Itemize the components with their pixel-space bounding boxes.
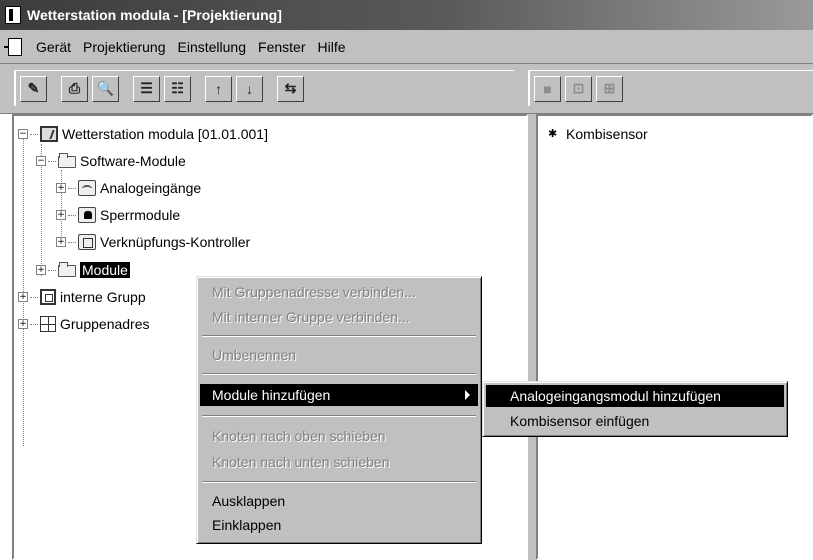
tree-connector xyxy=(68,187,76,189)
edit-icon: ✎ xyxy=(27,80,40,96)
tree-item-root[interactable]: − Wetterstation modula [01.01.001] xyxy=(18,124,268,144)
list-icon: ☰ xyxy=(140,80,153,96)
tree-item-label: Analogeingänge xyxy=(100,180,202,196)
splitter[interactable] xyxy=(528,114,536,560)
print-preview-icon: 🔍 xyxy=(96,80,115,96)
lock-icon: ■ xyxy=(543,80,552,97)
toolbar-group-main: ✎ ⎙ 🔍 ☰ ☷ ↑ ↓ ⇆ xyxy=(14,70,514,106)
tree-item-lock-modules[interactable]: + Sperrmodule xyxy=(56,205,180,225)
internal-group-icon xyxy=(40,289,56,305)
expand-toggle-icon[interactable]: + xyxy=(18,292,28,302)
menu-item-connect-group-address[interactable]: Mit Gruppenadresse verbinden... xyxy=(200,281,478,303)
connect-button[interactable]: ⊡ xyxy=(565,75,592,102)
insert-button[interactable]: ⊞ xyxy=(596,75,623,102)
insert-icon: ⊞ xyxy=(603,80,616,96)
tree-connector xyxy=(30,323,38,325)
expand-toggle-icon[interactable]: + xyxy=(56,210,66,220)
tree-item-label: Gruppenadres xyxy=(60,316,150,332)
menu-fenster[interactable]: Fenster xyxy=(252,39,311,55)
tree-list-icon: ☷ xyxy=(171,80,184,96)
connect-icon: ⊡ xyxy=(572,80,585,96)
tree-item-software-modules[interactable]: − Software-Module xyxy=(36,151,186,171)
kombisensor-icon: ✱ xyxy=(548,127,558,140)
expand-toggle-icon[interactable]: + xyxy=(18,319,28,329)
expand-toggle-icon[interactable]: + xyxy=(56,183,66,193)
app-icon xyxy=(5,6,21,24)
lock-module-icon xyxy=(78,207,96,223)
menu-bar: Gerät Projektierung Einstellung Fenster … xyxy=(0,30,813,64)
weather-station-icon xyxy=(40,126,58,142)
tree-item-internal-groups[interactable]: + interne Grupp xyxy=(18,287,146,307)
folder-icon xyxy=(58,262,76,277)
menu-item-add-analog-module[interactable]: Analogeingangsmodul hinzufügen xyxy=(486,385,784,407)
tree-connector xyxy=(68,214,76,216)
logic-controller-icon xyxy=(78,234,96,250)
expand-toggle-icon[interactable]: + xyxy=(56,237,66,247)
tree-item-label: Sperrmodule xyxy=(100,207,181,223)
tree-item-label: interne Grupp xyxy=(60,289,146,305)
tree-item-label: Verknüpfungs-Kontroller xyxy=(100,234,251,250)
tree-item-label: Software-Module xyxy=(80,153,186,169)
title-bar: Wetterstation modula - [Projektierung] xyxy=(0,0,813,30)
tree-connector xyxy=(30,296,38,298)
tree-item-logic-controller[interactable]: + Verknüpfungs-Kontroller xyxy=(56,232,250,252)
tree-connector xyxy=(68,241,76,243)
tree-item-label: Wetterstation modula [01.01.001] xyxy=(62,126,268,142)
group-address-icon xyxy=(40,316,56,332)
detail-panel[interactable] xyxy=(536,114,813,560)
move-down-button[interactable]: ↓ xyxy=(236,75,263,102)
tree-connector xyxy=(48,160,56,162)
tree-item-group-addresses[interactable]: + Gruppenadres xyxy=(18,314,150,334)
document-window-icon[interactable] xyxy=(4,37,22,56)
print-button[interactable]: ⎙ xyxy=(61,75,88,102)
menu-item-connect-internal-group[interactable]: Mit interner Gruppe verbinden... xyxy=(200,306,478,328)
transfer-icon: ⇆ xyxy=(284,80,297,96)
toolbar-group-secondary: ■ ⊡ ⊞ xyxy=(528,70,813,106)
tree-connector xyxy=(30,133,38,135)
printer-icon: ⎙ xyxy=(68,80,81,96)
menu-item-move-up[interactable]: Knoten nach oben schieben xyxy=(200,425,478,447)
menu-separator xyxy=(202,481,476,483)
expand-toggle-icon[interactable]: + xyxy=(36,265,46,275)
menu-item-collapse[interactable]: Einklappen xyxy=(200,514,478,536)
toolbar: ✎ ⎙ 🔍 ☰ ☷ ↑ ↓ ⇆ ■ ⊡ ⊞ xyxy=(0,64,813,114)
menu-item-rename[interactable]: Umbenennen xyxy=(200,344,478,366)
edit-button[interactable]: ✎ xyxy=(20,75,47,102)
menu-projektierung[interactable]: Projektierung xyxy=(77,39,172,55)
menu-separator xyxy=(202,373,476,375)
menu-item-label: Module hinzufügen xyxy=(212,387,331,403)
tree-item-modules[interactable]: + Module xyxy=(36,260,131,280)
menu-item-add-modules[interactable]: Module hinzufügen xyxy=(200,384,478,406)
context-menu: Mit Gruppenadresse verbinden... Mit inte… xyxy=(196,276,482,544)
arrow-up-icon: ↑ xyxy=(215,80,222,97)
menu-einstellung[interactable]: Einstellung xyxy=(172,39,253,55)
list-item-label: Kombisensor xyxy=(566,126,648,142)
menu-separator xyxy=(202,335,476,337)
menu-item-expand[interactable]: Ausklappen xyxy=(200,490,478,512)
menu-item-move-down[interactable]: Knoten nach unten schieben xyxy=(200,451,478,473)
menu-hilfe[interactable]: Hilfe xyxy=(311,39,351,55)
print-preview-button[interactable]: 🔍 xyxy=(92,75,119,102)
menu-geraet[interactable]: Gerät xyxy=(30,39,77,55)
window-title: Wetterstation modula - [Projektierung] xyxy=(27,7,282,23)
tree-item-label: Module xyxy=(79,261,131,279)
submenu-arrow-icon xyxy=(465,390,470,400)
analog-input-icon xyxy=(78,180,96,196)
list-item-kombisensor[interactable]: ✱ Kombisensor xyxy=(548,126,648,142)
arrow-down-icon: ↓ xyxy=(246,80,253,97)
tree-item-analog-inputs[interactable]: + Analogeingänge xyxy=(56,178,201,198)
collapse-toggle-icon[interactable]: − xyxy=(18,129,28,139)
menu-separator xyxy=(202,415,476,417)
tree-view-button[interactable]: ☷ xyxy=(164,75,191,102)
collapse-toggle-icon[interactable]: − xyxy=(36,156,46,166)
menu-item-insert-kombisensor[interactable]: Kombisensor einfügen xyxy=(486,410,784,432)
transfer-button[interactable]: ⇆ xyxy=(277,75,304,102)
submenu-add-modules: Analogeingangsmodul hinzufügen Kombisens… xyxy=(482,381,788,437)
folder-icon xyxy=(58,153,76,168)
lock-button[interactable]: ■ xyxy=(534,75,561,102)
move-up-button[interactable]: ↑ xyxy=(205,75,232,102)
list-view-button[interactable]: ☰ xyxy=(133,75,160,102)
tree-connector xyxy=(48,269,56,271)
